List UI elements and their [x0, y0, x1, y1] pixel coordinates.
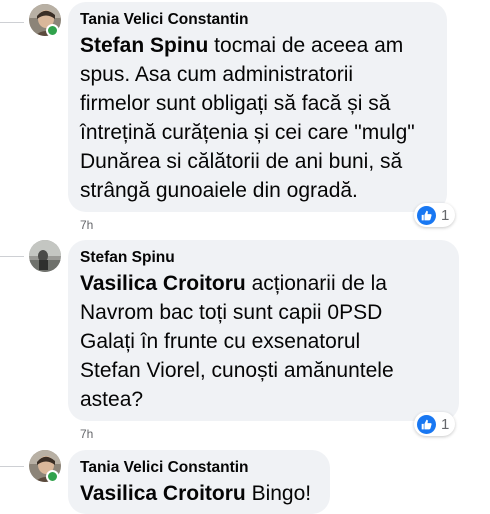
comment-timestamp[interactable]: 7h: [80, 427, 93, 441]
mention-link[interactable]: Stefan Spinu: [80, 34, 208, 57]
reaction-count-badge[interactable]: 1: [414, 412, 456, 436]
comment-bubble: Tania Velici Constantin Vasilica Croitor…: [68, 450, 330, 514]
comment-bubble: Tania Velici Constantin Stefan Spinu toc…: [68, 2, 447, 212]
comment-line: Navrom bac toți sunt capii 0PSD: [80, 301, 383, 324]
comment-line: Stefan Viorel, cunoști amănuntele: [80, 359, 394, 382]
comment-text: Vasilica Croitoru Bingo!: [80, 479, 318, 508]
comment-line: Galați în frunte cu exsenatorul: [80, 330, 361, 353]
thread-connector: [0, 22, 24, 23]
comment-author[interactable]: Stefan Spinu: [80, 248, 447, 268]
comment-timestamp[interactable]: 7h: [80, 218, 93, 232]
comment-author[interactable]: Tania Velici Constantin: [80, 458, 318, 478]
comment-line: Bingo!: [245, 482, 312, 505]
comment-line: strângă gunoaiele din ogradă.: [80, 179, 358, 202]
avatar[interactable]: [29, 240, 61, 272]
comment-line: tocmai de aceea am: [208, 34, 404, 57]
reaction-count: 1: [441, 415, 450, 433]
comment-text: Stefan Spinu tocmai de aceea am spus. As…: [80, 31, 435, 205]
comment-text: Vasilica Croitoru acționarii de la Navro…: [80, 269, 447, 414]
online-status-icon: [46, 470, 59, 483]
comment-bubble: Stefan Spinu Vasilica Croitoru acționari…: [68, 240, 459, 421]
comment-line: spus. Asa cum administratorii: [80, 63, 354, 86]
mention-link[interactable]: Vasilica Croitoru: [80, 482, 246, 505]
like-icon: [417, 205, 436, 225]
comment-author[interactable]: Tania Velici Constantin: [80, 10, 435, 30]
online-status-icon: [46, 24, 59, 37]
comment-line: astea?: [80, 388, 144, 411]
mention-link[interactable]: Vasilica Croitoru: [80, 272, 246, 295]
reaction-count: 1: [441, 206, 450, 224]
comment-line: acționarii de la: [245, 272, 387, 295]
comment-line: Dunărea si călătorii de ani buni, să: [80, 150, 403, 173]
thread-connector: [0, 466, 24, 467]
avatar-photo-icon: [29, 240, 61, 272]
comment-line: întrețină curățenia și cei care "mulg": [80, 121, 415, 144]
comment-line: firmelor sunt obligați să facă și să: [80, 92, 391, 115]
like-icon: [417, 414, 436, 434]
thread-connector: [0, 256, 24, 257]
reaction-count-badge[interactable]: 1: [414, 203, 456, 227]
